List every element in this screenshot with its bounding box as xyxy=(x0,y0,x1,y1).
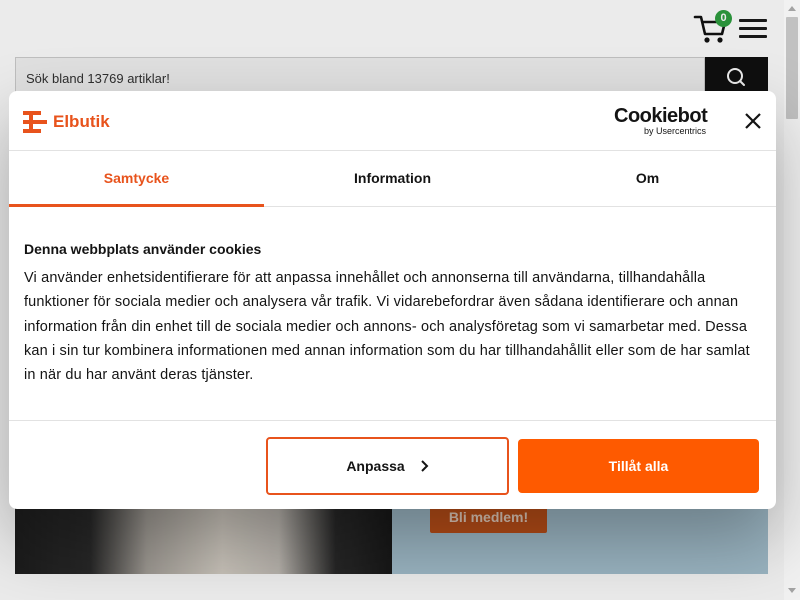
close-icon[interactable] xyxy=(743,111,763,131)
dialog-footer: Anpassa Tillåt alla xyxy=(9,420,776,509)
scroll-up-icon[interactable] xyxy=(788,6,796,11)
dialog-header: Elbutik Cookiebot by Usercentrics xyxy=(9,91,776,151)
tab-om[interactable]: Om xyxy=(520,151,775,207)
elbutik-logo: Elbutik xyxy=(23,110,110,134)
dialog-content: Denna webbplats använder cookies Vi anvä… xyxy=(24,241,764,387)
dialog-tabs: Samtycke Information Om xyxy=(9,151,776,207)
chevron-right-icon xyxy=(420,460,429,472)
content-body: Vi använder enhetsidentifierare för att … xyxy=(24,270,750,384)
tab-information[interactable]: Information xyxy=(265,151,520,207)
scrollbar[interactable] xyxy=(784,0,800,600)
customize-button-label: Anpassa xyxy=(346,458,405,474)
cookiebot-subtitle: by Usercentrics xyxy=(644,126,707,136)
cookie-consent-dialog: Elbutik Cookiebot by Usercentrics Samtyc… xyxy=(9,91,776,509)
content-title: Denna webbplats använder cookies xyxy=(24,241,262,257)
scroll-down-icon[interactable] xyxy=(788,588,796,593)
scroll-thumb[interactable] xyxy=(786,17,798,119)
allow-all-button[interactable]: Tillåt alla xyxy=(518,439,759,493)
logo-text: Elbutik xyxy=(53,112,110,131)
cookiebot-title: Cookiebot xyxy=(614,105,708,127)
elbutik-logo-icon xyxy=(23,111,47,133)
customize-button[interactable]: Anpassa xyxy=(266,437,509,495)
cookiebot-logo: Cookiebot by Usercentrics xyxy=(614,105,724,136)
tab-samtycke[interactable]: Samtycke xyxy=(9,151,264,207)
